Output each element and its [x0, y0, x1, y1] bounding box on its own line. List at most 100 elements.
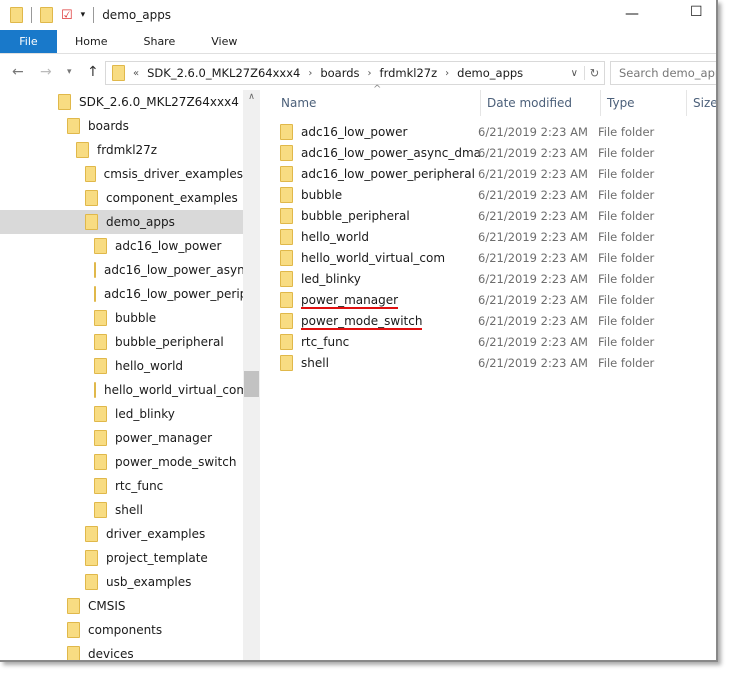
- file-name: rtc_func: [301, 334, 350, 349]
- quick-access-dropdown-icon[interactable]: ▾: [81, 10, 86, 20]
- navigation-bar: ← → ▾ ↑ « SDK_2.6.0_MKL27Z64xxx4 › boards…: [0, 60, 716, 86]
- folder-icon: [67, 622, 80, 638]
- file-row[interactable]: hello_world_virtual_com 6/21/2019 2:23 AM…: [280, 247, 716, 268]
- navigation-scrollbar[interactable]: ∧: [243, 90, 260, 660]
- tree-item[interactable]: power_mode_switch: [0, 450, 243, 474]
- tree-item-label: boards: [88, 119, 129, 133]
- overflow-chevron[interactable]: «: [133, 68, 139, 79]
- tree-item[interactable]: adc16_low_power_periph: [0, 282, 243, 306]
- file-row[interactable]: bubble 6/21/2019 2:23 AM File folder: [280, 184, 716, 205]
- folder-icon: [94, 310, 107, 326]
- tree-item[interactable]: adc16_low_power_async_: [0, 258, 243, 282]
- column-date-modified[interactable]: Date modified: [481, 90, 601, 116]
- file-row[interactable]: rtc_func 6/21/2019 2:23 AM File folder: [280, 331, 716, 352]
- tree-item[interactable]: driver_examples: [0, 522, 243, 546]
- folder-icon: [94, 334, 107, 350]
- back-arrow-icon[interactable]: ←: [12, 64, 24, 80]
- tree-item[interactable]: adc16_low_power: [0, 234, 243, 258]
- folder-icon: [85, 574, 98, 590]
- tree-item[interactable]: project_template: [0, 546, 243, 570]
- file-date: 6/21/2019 2:23 AM: [478, 250, 588, 265]
- file-row[interactable]: bubble_peripheral 6/21/2019 2:23 AM File f…: [280, 205, 716, 226]
- scrollbar-thumb[interactable]: [244, 371, 259, 397]
- tree-item[interactable]: hello_world_virtual_com: [0, 378, 243, 402]
- file-row[interactable]: power_manager 6/21/2019 2:23 AM File folde…: [280, 289, 716, 310]
- file-row[interactable]: adc16_low_power 6/21/2019 2:23 AM File fol…: [280, 121, 716, 142]
- file-row[interactable]: hello_world 6/21/2019 2:23 AM File folder: [280, 226, 716, 247]
- chevron-down-icon[interactable]: ∨: [571, 68, 578, 79]
- file-date: 6/21/2019 2:23 AM: [478, 187, 588, 202]
- refresh-icon[interactable]: ↻: [584, 66, 604, 80]
- minimize-button[interactable]: —: [625, 6, 639, 22]
- tree-item[interactable]: cmsis_driver_examples: [0, 162, 243, 186]
- breadcrumb-sdk[interactable]: SDK_2.6.0_MKL27Z64xxx4: [147, 66, 300, 80]
- folder-icon: [280, 165, 293, 182]
- chevron-right-icon[interactable]: ›: [308, 68, 312, 79]
- search-input[interactable]: Search demo_apps: [610, 61, 716, 85]
- tree-item-label: component_examples: [106, 191, 238, 205]
- chevron-right-icon[interactable]: ›: [368, 68, 372, 79]
- tree-item[interactable]: SDK_2.6.0_MKL27Z64xxx4: [0, 90, 243, 114]
- tree-item[interactable]: usb_examples: [0, 570, 243, 594]
- file-type: File folder: [598, 271, 655, 286]
- tab-home[interactable]: Home: [57, 30, 125, 53]
- folder-icon: [76, 142, 89, 158]
- file-type: File folder: [598, 166, 655, 181]
- tab-share[interactable]: Share: [125, 30, 193, 53]
- tree-item[interactable]: boards: [0, 114, 243, 138]
- file-name: hello_world: [301, 229, 370, 244]
- folder-icon: [280, 249, 293, 266]
- file-row[interactable]: adc16_low_power_peripheral 6/21/2019 2:23…: [280, 163, 716, 184]
- file-row[interactable]: shell 6/21/2019 2:23 AM File folder: [280, 352, 716, 373]
- tab-view[interactable]: View: [193, 30, 255, 53]
- file-date: 6/21/2019 2:23 AM: [478, 292, 588, 307]
- tree-item[interactable]: components: [0, 618, 243, 642]
- tree-item[interactable]: rtc_func: [0, 474, 243, 498]
- up-arrow-icon[interactable]: ↑: [87, 64, 99, 80]
- tree-item[interactable]: devices: [0, 642, 243, 660]
- new-folder-icon[interactable]: [40, 7, 53, 23]
- breadcrumb-boards[interactable]: boards: [320, 66, 359, 80]
- tree-item[interactable]: demo_apps: [0, 210, 243, 234]
- folder-icon: [280, 312, 293, 329]
- forward-arrow-icon[interactable]: →: [40, 64, 52, 80]
- properties-icon[interactable]: ☑: [61, 8, 73, 23]
- address-bar[interactable]: « SDK_2.6.0_MKL27Z64xxx4 › boards › frdmkl…: [105, 61, 605, 85]
- tree-item[interactable]: bubble: [0, 306, 243, 330]
- tree-item[interactable]: power_manager: [0, 426, 243, 450]
- file-name: bubble: [301, 187, 343, 202]
- tab-file[interactable]: File: [0, 30, 57, 53]
- column-size[interactable]: Size: [687, 90, 716, 116]
- column-type[interactable]: Type: [601, 90, 687, 116]
- tree-item[interactable]: component_examples: [0, 186, 243, 210]
- maximize-button[interactable]: ☐: [690, 4, 703, 20]
- file-type: File folder: [598, 313, 655, 328]
- file-row[interactable]: led_blinky 6/21/2019 2:23 AM File folder: [280, 268, 716, 289]
- scroll-up-icon[interactable]: ∧: [243, 92, 260, 102]
- tree-item[interactable]: hello_world: [0, 354, 243, 378]
- tree-item[interactable]: bubble_peripheral: [0, 330, 243, 354]
- file-row[interactable]: adc16_low_power_async_dma 6/21/2019 2:23 …: [280, 142, 716, 163]
- breadcrumb-frdmkl27z[interactable]: frdmkl27z: [380, 66, 438, 80]
- file-type: File folder: [598, 355, 655, 370]
- tree-item[interactable]: led_blinky: [0, 402, 243, 426]
- folder-icon: [94, 382, 96, 398]
- breadcrumb-demo-apps[interactable]: demo_apps: [457, 66, 523, 80]
- file-row[interactable]: power_mode_switch 6/21/2019 2:23 AM File f…: [280, 310, 716, 331]
- folder-icon: [280, 207, 293, 224]
- file-date: 6/21/2019 2:23 AM: [478, 229, 588, 244]
- file-date: 6/21/2019 2:23 AM: [478, 166, 588, 181]
- chevron-right-icon[interactable]: ›: [445, 68, 449, 79]
- folder-icon: [85, 550, 98, 566]
- folder-icon: [280, 123, 293, 140]
- column-name[interactable]: Name: [275, 90, 481, 116]
- tree-item[interactable]: CMSIS: [0, 594, 243, 618]
- folder-icon: [94, 478, 107, 494]
- folder-icon: [280, 354, 293, 371]
- folder-icon: [67, 646, 80, 660]
- recent-dropdown-icon[interactable]: ▾: [67, 67, 72, 77]
- tree-item[interactable]: frdmkl27z: [0, 138, 243, 162]
- folder-icon: [85, 166, 96, 182]
- tree-item-label: hello_world_virtual_com: [104, 383, 243, 397]
- tree-item[interactable]: shell: [0, 498, 243, 522]
